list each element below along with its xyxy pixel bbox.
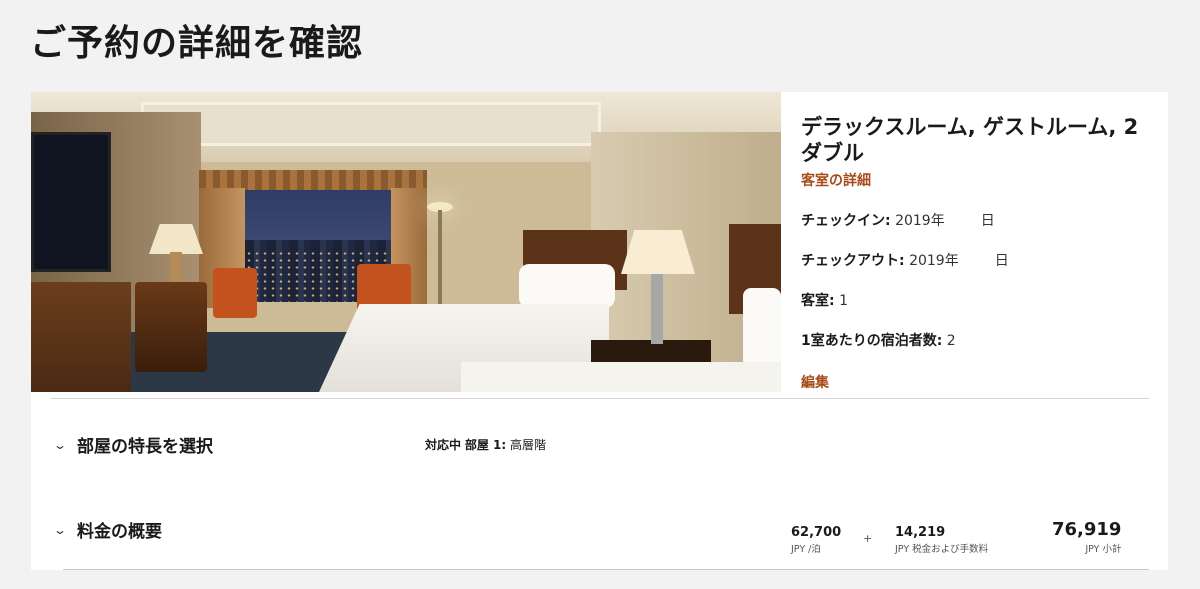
checkin-day: 日 — [980, 213, 995, 229]
tax-unit: JPY 税金および手数料 — [895, 544, 989, 555]
nightly-rate: 62,700 JPY /泊 — [791, 525, 841, 555]
subtotal: 76,919 JPY 小計 — [1052, 519, 1121, 555]
rooms-label: 客室: — [801, 293, 835, 309]
checkout-day: 日 — [994, 253, 1009, 269]
checkout-label: チェックアウト: — [801, 253, 905, 269]
room-features-toggle[interactable]: ⌄ 部屋の特長を選択 — [53, 432, 213, 457]
room-details-link[interactable]: 客室の詳細 — [801, 170, 871, 190]
tax-amount: 14,219 — [895, 525, 946, 540]
rate-summary-toggle[interactable]: ⌄ 料金の概要 — [53, 517, 162, 542]
nightly-amount: 62,700 — [791, 525, 842, 540]
rate-summary-title: 料金の概要 — [77, 522, 162, 542]
reservation-card: デラックスルーム, ゲストルーム, 2 ダブル 客室の詳細 チェックイン: 20… — [31, 92, 1168, 570]
chevron-down-icon: ⌄ — [53, 522, 68, 537]
page-title: ご予約の詳細を確認 — [30, 23, 364, 64]
subtotal-amount: 76,919 — [1052, 519, 1122, 540]
room-photo — [31, 92, 781, 392]
room-name: デラックスルーム, ゲストルーム, 2 ダブル — [801, 115, 1139, 165]
guests-label: 1室あたりの宿泊者数: — [801, 333, 943, 349]
chevron-down-icon: ⌄ — [53, 437, 68, 452]
guests-value: 2 — [946, 333, 956, 349]
guests-row: 1室あたりの宿泊者数: 2 — [801, 330, 1161, 350]
plus-sign: + — [863, 532, 873, 545]
divider — [51, 398, 1149, 399]
checkin-label: チェックイン: — [801, 213, 891, 229]
checkin-row: チェックイン: 2019年 日 — [801, 210, 1161, 230]
feature-room-label: 部屋 1: — [464, 438, 507, 452]
tax-fees: 14,219 JPY 税金および手数料 — [895, 525, 988, 555]
edit-link[interactable]: 編集 — [801, 372, 829, 392]
rooms-value: 1 — [839, 293, 848, 309]
room-features-title: 部屋の特長を選択 — [77, 437, 213, 457]
divider — [63, 569, 1149, 570]
nightly-unit: JPY /泊 — [791, 544, 821, 555]
checkout-row: チェックアウト: 2019年 日 — [801, 250, 1161, 270]
room-feature-summary: 対応中 部屋 1: 高層階 — [425, 436, 546, 453]
checkout-year: 2019年 — [909, 253, 959, 269]
subtotal-unit: JPY 小計 — [1085, 544, 1122, 555]
room-details: デラックスルーム, ゲストルーム, 2 ダブル 客室の詳細 チェックイン: 20… — [801, 114, 1161, 392]
feature-room-value: 高層階 — [510, 438, 547, 452]
checkin-year: 2019年 — [895, 213, 945, 229]
rooms-row: 客室: 1 — [801, 290, 1161, 310]
feature-status: 対応中 — [425, 438, 462, 452]
